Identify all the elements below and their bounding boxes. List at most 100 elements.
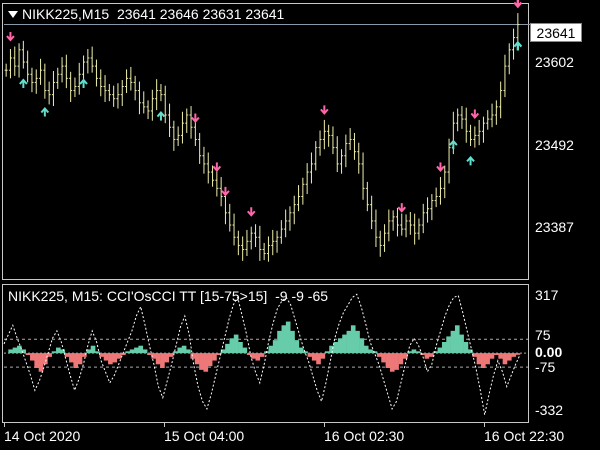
- histogram-bar: [420, 353, 425, 355]
- histogram-bar: [480, 353, 486, 368]
- histogram-bar: [51, 351, 57, 354]
- histogram-bar: [116, 353, 122, 359]
- histogram-bar: [311, 353, 317, 361]
- histogram-bar: [389, 353, 395, 372]
- histogram-bar: [398, 353, 404, 365]
- histogram-bar: [177, 347, 183, 354]
- histogram-bar: [238, 342, 243, 354]
- histogram-bar: [259, 353, 265, 357]
- histogram-bar: [363, 345, 369, 354]
- main-chart-title: NIKK225,M15 23641 23646 23631 23641: [22, 6, 285, 22]
- histogram-bar: [186, 349, 191, 354]
- histogram-bar: [320, 353, 326, 359]
- x-tick-mark: [4, 423, 5, 427]
- histogram-bar: [316, 353, 321, 365]
- x-tick-label: 14 Oct 2020: [4, 428, 81, 444]
- histogram-bar: [199, 353, 204, 370]
- histogram-bar: [454, 325, 460, 354]
- histogram-bar: [329, 345, 334, 354]
- buy-arrow-icon: [156, 111, 166, 121]
- histogram-bar: [277, 330, 282, 354]
- histogram-bar: [281, 325, 287, 354]
- buy-arrow-icon: [79, 78, 88, 88]
- histogram-bar: [424, 353, 430, 359]
- histogram-bar: [294, 340, 300, 354]
- x-tick-mark: [324, 423, 325, 427]
- histogram-bar: [372, 351, 378, 354]
- histogram-bar: [112, 353, 118, 363]
- sell-arrow-icon: [470, 109, 480, 119]
- histogram-bar: [77, 353, 83, 365]
- histogram-bar: [73, 353, 79, 368]
- x-tick-mark: [484, 423, 485, 427]
- osc-y-tick: -75: [535, 359, 556, 375]
- histogram-bar: [515, 353, 521, 355]
- histogram-bar: [207, 353, 213, 367]
- histogram-bar: [233, 334, 239, 354]
- histogram-bar: [476, 353, 482, 365]
- histogram-bar: [463, 342, 469, 354]
- histogram-bar: [194, 353, 200, 365]
- histogram-bar: [229, 338, 235, 354]
- sell-arrow-icon: [397, 203, 407, 213]
- histogram-bar: [355, 330, 360, 354]
- sell-arrow-icon: [246, 207, 256, 217]
- histogram-bar: [99, 353, 105, 357]
- histogram-bar: [251, 353, 256, 359]
- histogram-bar: [368, 349, 373, 354]
- histogram-bar: [242, 347, 248, 354]
- oscillator-title: NIKK225, M15: CCI'OsCCI TT [15-75>15] -9…: [8, 288, 329, 304]
- osc-y-tick: 0.00: [535, 344, 563, 360]
- sell-arrow-icon: [320, 105, 329, 115]
- histogram-bar: [502, 353, 508, 365]
- histogram-bar: [411, 349, 417, 354]
- histogram-bar: [173, 351, 178, 354]
- x-tick-mark: [164, 423, 165, 427]
- x-tick-label: 16 Oct 02:30: [324, 428, 405, 444]
- buy-arrow-icon: [466, 155, 475, 166]
- histogram-bar: [303, 351, 308, 354]
- histogram-bar: [359, 338, 365, 354]
- current-price-box: 23641: [530, 23, 582, 42]
- histogram-bar: [450, 330, 456, 354]
- buy-arrow-icon: [449, 139, 458, 150]
- histogram-bar: [90, 345, 96, 354]
- histogram-bar: [255, 353, 261, 361]
- histogram-bar: [246, 353, 252, 355]
- histogram-bar: [129, 349, 135, 354]
- histogram-bar: [30, 353, 35, 361]
- histogram-bar: [160, 353, 165, 368]
- histogram-bar: [506, 353, 512, 361]
- histogram-bar: [134, 347, 139, 354]
- histogram-bar: [203, 353, 209, 372]
- histogram-bar: [307, 353, 313, 357]
- osc-y-tick: -332: [535, 402, 564, 418]
- histogram-bar: [12, 347, 18, 354]
- sell-arrow-icon: [212, 162, 222, 172]
- histogram-bar: [437, 347, 443, 354]
- histogram-bar: [95, 351, 100, 354]
- histogram-bar: [147, 353, 152, 355]
- x-tick-label: 16 Oct 22:30: [484, 428, 565, 444]
- buy-arrow-icon: [40, 106, 50, 117]
- histogram-bar: [324, 351, 330, 354]
- histogram-bar: [38, 353, 44, 372]
- histogram-bar: [285, 321, 291, 354]
- histogram-bar: [164, 353, 170, 363]
- histogram-bar: [350, 325, 356, 354]
- sell-arrow-icon: [436, 162, 445, 172]
- histogram-bar: [381, 353, 386, 363]
- histogram-bar: [60, 349, 66, 354]
- histogram-bar: [493, 353, 499, 355]
- histogram-bar: [346, 330, 352, 354]
- histogram-bar: [34, 353, 39, 368]
- histogram-bar: [43, 353, 48, 365]
- histogram-bar: [125, 351, 131, 354]
- histogram-bar: [498, 353, 503, 359]
- osc-y-tick: 75: [535, 327, 551, 343]
- dropdown-triangle-icon[interactable]: [8, 11, 18, 18]
- sell-arrow-icon: [191, 113, 200, 124]
- histogram-bar: [376, 353, 382, 357]
- histogram-bar: [17, 345, 22, 354]
- histogram-bar: [69, 353, 74, 363]
